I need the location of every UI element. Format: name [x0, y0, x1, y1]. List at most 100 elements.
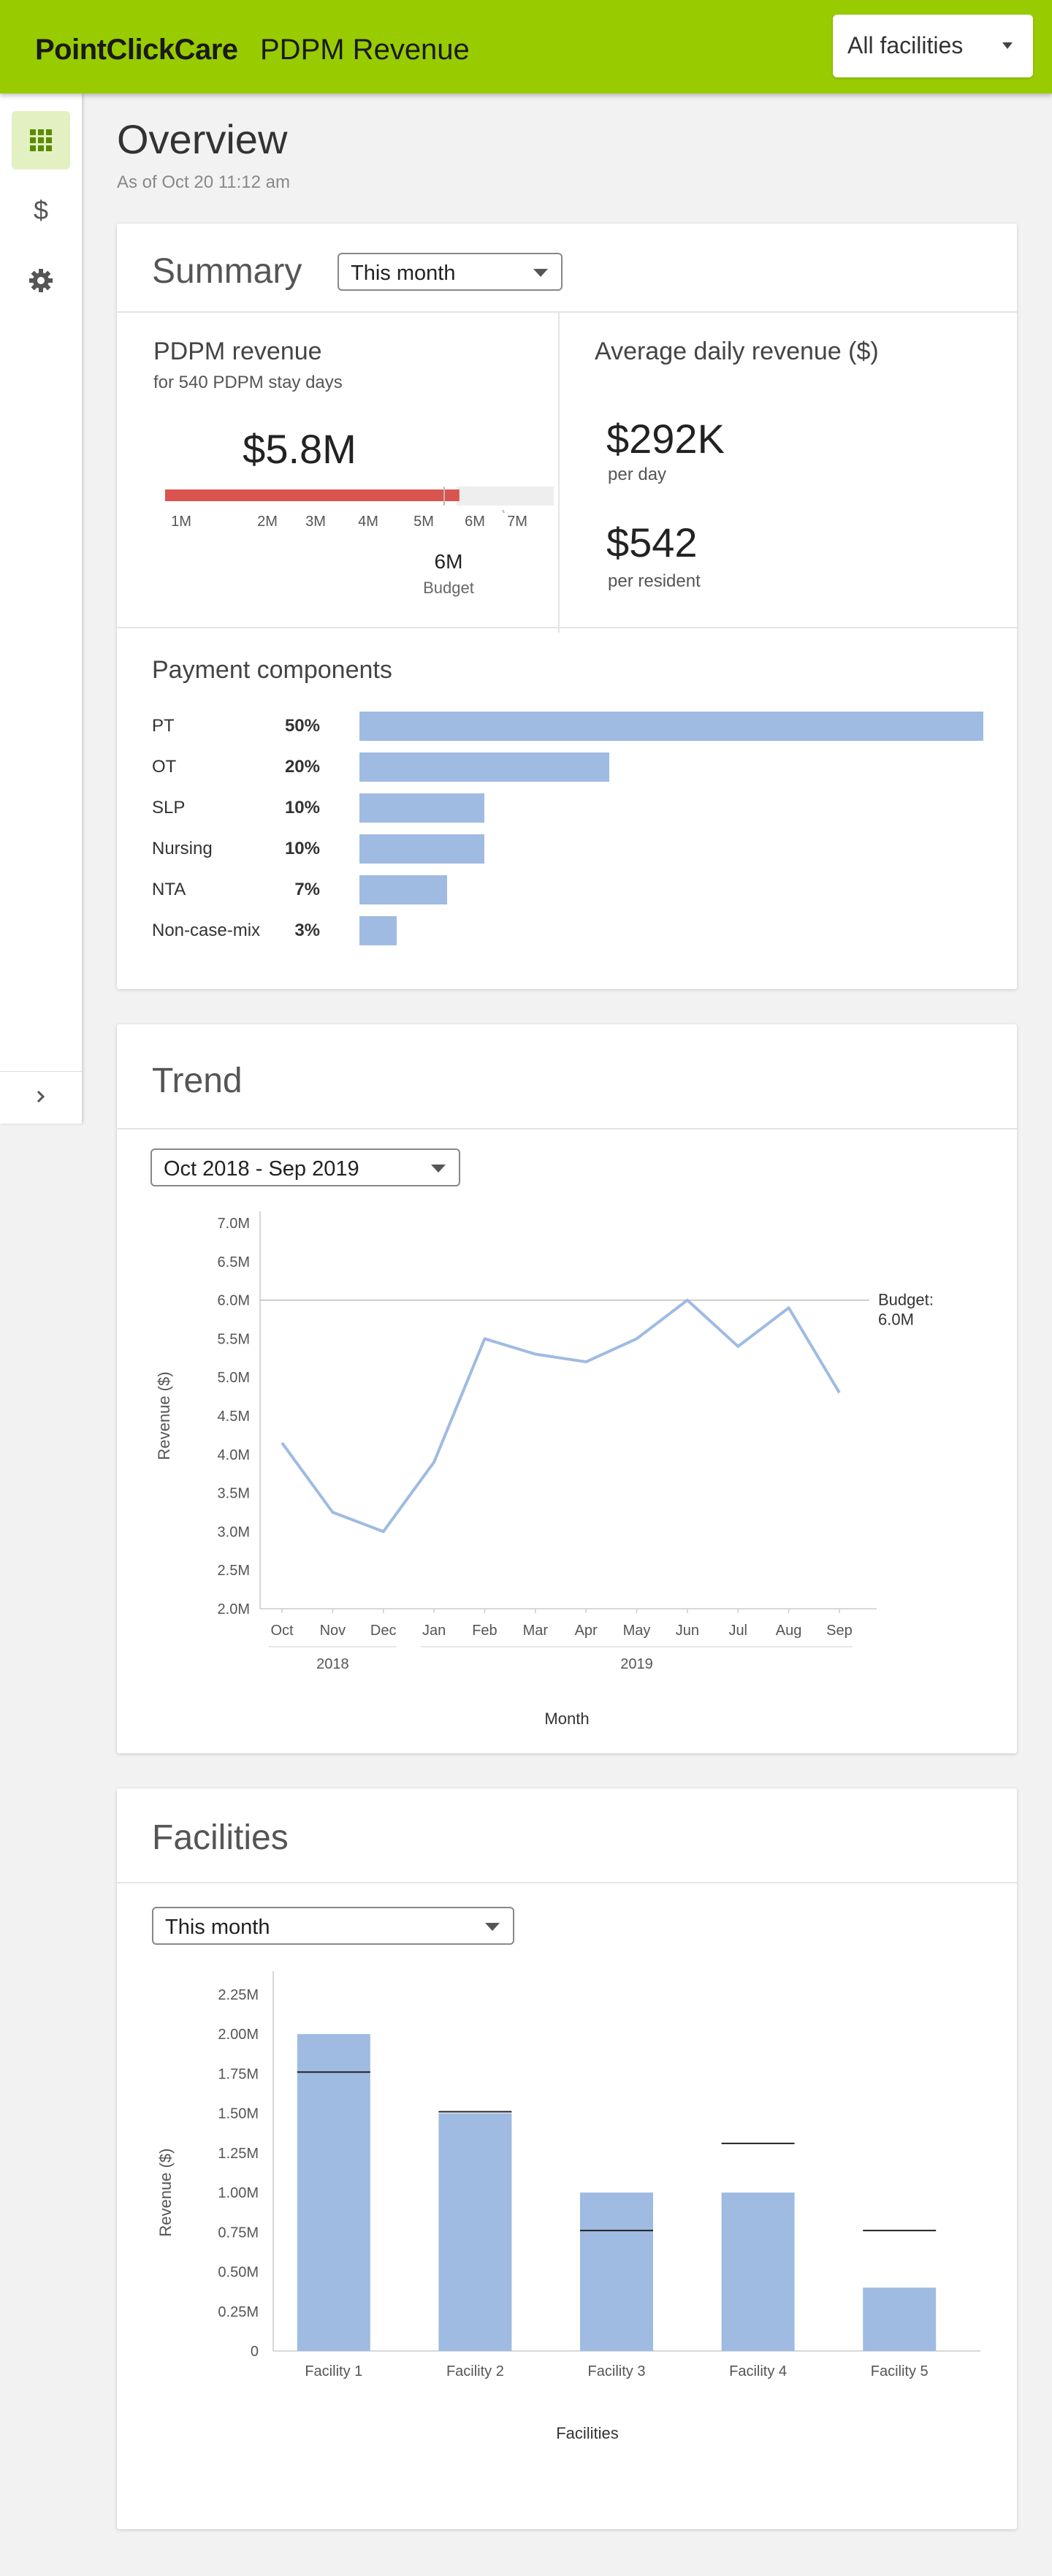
payment-component-row: NTA 7%	[152, 875, 992, 904]
x-axis-label: Month	[544, 1710, 589, 1728]
gauge-track	[456, 487, 554, 506]
caret-down-icon	[485, 1923, 500, 1931]
facility-bar	[721, 2192, 795, 2351]
facilities-title: Facilities	[152, 1818, 289, 1857]
facility-selector-label: All facilities	[847, 32, 964, 58]
payment-component-name: Non-case-mix	[152, 921, 261, 940]
sidebar-expand-button[interactable]	[0, 1071, 82, 1122]
chevron-right-icon	[37, 1090, 45, 1103]
per-day-label: per day	[608, 465, 667, 484]
trend-title: Trend	[152, 1062, 243, 1100]
y-axis-label: Revenue ($)	[155, 1371, 173, 1460]
y-tick-label: 7.0M	[218, 1216, 250, 1232]
x-group-label: 2018	[316, 1656, 349, 1672]
facilities-period-dropdown[interactable]: This month	[152, 1907, 514, 1945]
facilities-period-label: This month	[165, 1916, 270, 1939]
gauge-tick-label: 4M	[358, 514, 378, 530]
gauge-tick-label: 2M	[257, 514, 278, 530]
x-tick-label: Facility 1	[305, 2363, 362, 2379]
pdpm-stay-days: for 540 PDPM stay days	[153, 373, 343, 392]
facility-bar	[863, 2287, 937, 2351]
gauge-tick-label: 7M	[507, 514, 527, 530]
budget-label: Budget	[423, 579, 474, 597]
payment-component-row: PT 50%	[152, 712, 992, 741]
y-tick-label: 2.25M	[218, 1987, 259, 2003]
dollar-icon: $	[34, 197, 48, 224]
budget-reference-label: Budget:	[878, 1291, 934, 1309]
facility-bar	[438, 2113, 512, 2351]
gauge-tick	[502, 509, 505, 514]
x-tick-label: Apr	[575, 1623, 598, 1639]
x-axis-label: Facilities	[556, 2424, 619, 2442]
divider	[117, 311, 1017, 313]
payment-component-row: Nursing 10%	[152, 834, 992, 864]
x-tick-label: Jun	[676, 1623, 699, 1639]
gauge-tick-label: 5M	[413, 514, 434, 530]
y-tick-label: 4.0M	[218, 1447, 250, 1463]
payment-component-percent: 20%	[284, 757, 320, 777]
facilities-bar-chart: 0 0.25M 0.50M 0.75M 1.00M 1.25M 1.50M 1.75M 2.00…	[156, 1971, 980, 2442]
gauge-tick-label: 1M	[171, 514, 191, 530]
y-tick-label: 3.0M	[218, 1524, 250, 1540]
y-tick-label: 1.00M	[218, 2185, 259, 2201]
x-tick-label: Facility 4	[729, 2363, 787, 2379]
divider	[558, 311, 560, 633]
trend-line-chart: 2.0M 2.5M 3.0M 3.5M 4.0M 4.5M 5.0M 5.5M 6.0M 6.5M…	[155, 1211, 934, 1728]
payment-component-name: NTA	[152, 880, 186, 899]
per-resident-label: per resident	[608, 571, 701, 591]
payment-component-name: PT	[152, 716, 175, 736]
payment-component-bar	[359, 712, 983, 741]
x-tick-label: May	[623, 1623, 651, 1639]
sidebar-item-overview[interactable]	[12, 111, 70, 169]
app-title: PDPM Revenue	[260, 34, 470, 66]
y-tick-label: 6.0M	[218, 1293, 250, 1309]
page-title: Overview	[117, 116, 288, 162]
divider	[117, 627, 1017, 628]
payment-component-row: OT 20%	[152, 752, 992, 782]
avg-daily-revenue-label: Average daily revenue ($)	[595, 338, 879, 365]
x-tick-label: Feb	[472, 1623, 497, 1639]
payment-component-percent: 3%	[294, 921, 320, 940]
divider	[117, 1128, 1017, 1129]
y-tick-label: 0	[251, 2344, 259, 2360]
brand-logo[interactable]: PointClickCare	[35, 34, 238, 66]
trend-card: Trend Oct 2018 - Sep 2019 2.0M 2.5M 3.0M 3.…	[117, 1024, 1017, 1753]
y-tick-label: 1.75M	[218, 2066, 259, 2082]
payment-component-bar	[359, 834, 484, 864]
x-tick-label: Aug	[776, 1623, 802, 1639]
y-tick-label: 6.5M	[218, 1254, 250, 1270]
payment-component-name: Nursing	[152, 839, 213, 858]
x-tick-label: Sep	[826, 1623, 853, 1639]
y-tick-label: 1.50M	[218, 2106, 259, 2122]
summary-period-dropdown[interactable]: This month	[338, 253, 563, 291]
facility-bar	[297, 2034, 370, 2351]
grid-icon	[30, 129, 52, 151]
x-tick-label: Oct	[270, 1623, 294, 1639]
x-tick-label: Jan	[422, 1623, 446, 1639]
summary-period-label: This month	[351, 262, 456, 285]
x-tick-label: Nov	[320, 1623, 346, 1639]
payment-component-bar	[359, 875, 447, 904]
caret-down-icon	[431, 1165, 446, 1173]
sidebar-item-revenue[interactable]: $	[12, 181, 70, 240]
y-tick-label: 2.00M	[218, 2027, 259, 2043]
trend-period-dropdown[interactable]: Oct 2018 - Sep 2019	[150, 1148, 460, 1186]
payment-component-percent: 7%	[294, 880, 320, 899]
payment-component-percent: 10%	[284, 839, 320, 858]
pdpm-budget-gauge: 1M 2M 3M 4M 5M 6M 7M 6M Budget	[165, 487, 554, 597]
per-resident-value: $542	[606, 519, 698, 565]
budget-value: 6M	[435, 550, 463, 573]
x-tick-label: Mar	[523, 1623, 549, 1639]
x-tick-label: Facility 2	[446, 2363, 504, 2379]
gear-icon	[29, 269, 53, 292]
gauge-fill	[165, 489, 460, 501]
y-tick-label: 5.5M	[218, 1331, 250, 1347]
y-tick-label: 0.50M	[218, 2265, 259, 2281]
sidebar-item-settings[interactable]	[12, 251, 70, 310]
payment-component-row: SLP 10%	[152, 793, 992, 823]
y-tick-label: 1.25M	[218, 2146, 259, 2162]
facility-selector[interactable]: All facilities	[833, 15, 1033, 77]
caret-down-icon	[1002, 42, 1013, 49]
payment-component-name: SLP	[152, 798, 186, 818]
y-axis-label: Revenue ($)	[156, 2149, 175, 2237]
